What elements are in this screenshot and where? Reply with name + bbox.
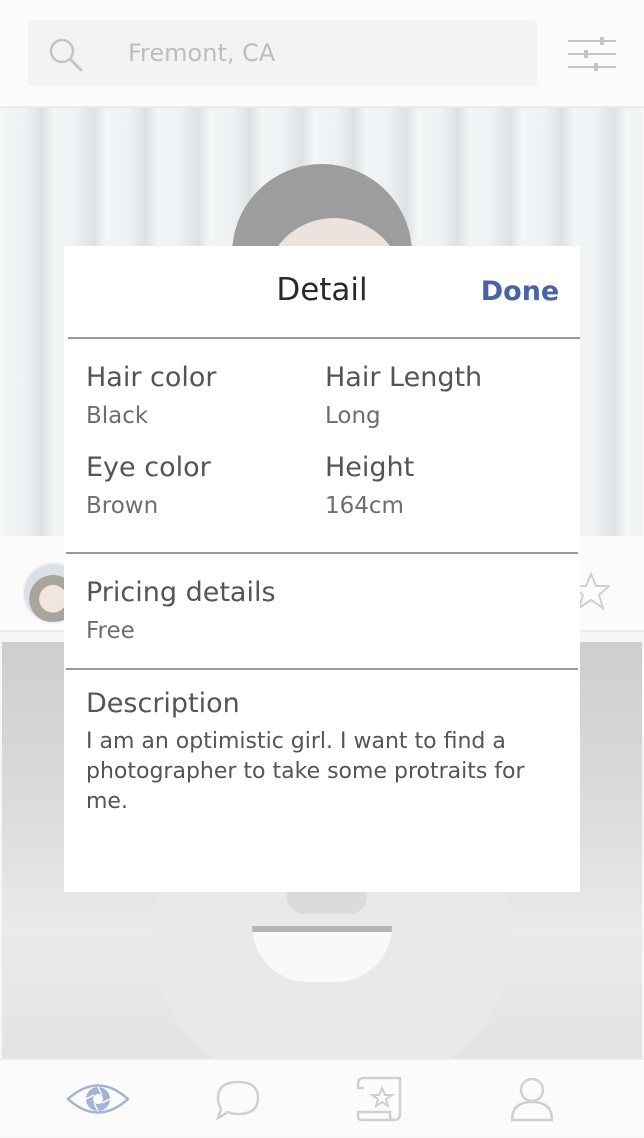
divider: [66, 668, 578, 670]
done-button[interactable]: Done: [470, 272, 570, 312]
hair-color-value: Black: [86, 403, 149, 429]
height-label: Height: [325, 452, 415, 483]
eye-color-value: Brown: [86, 493, 159, 519]
hair-color-label: Hair color: [86, 362, 217, 393]
eye-color-label: Eye color: [86, 452, 211, 483]
divider: [68, 337, 580, 339]
description-text: I am an optimistic girl. I want to find …: [86, 729, 525, 814]
pricing-label: Pricing details: [86, 577, 276, 608]
pricing-value: Free: [86, 618, 135, 644]
hair-length-label: Hair Length: [325, 362, 483, 393]
divider: [66, 552, 578, 554]
height-value: 164cm: [325, 493, 404, 519]
description-label: Description: [86, 688, 240, 719]
hair-length-value: Long: [325, 403, 381, 429]
